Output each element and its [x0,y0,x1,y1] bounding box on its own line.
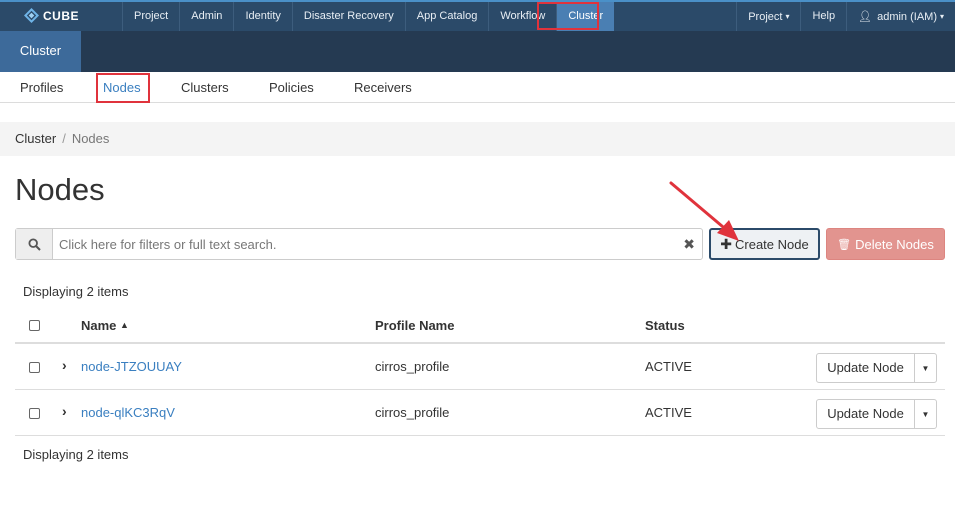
delete-nodes-label: Delete Nodes [855,236,934,252]
annotation-arrow-icon [669,181,739,241]
create-node-label: Create Node [735,236,809,252]
row-checkbox[interactable] [29,408,40,419]
top-right-menu: Project ▾ Help 👤︎ admin (IAM) ▾ [736,2,955,31]
help-link[interactable]: Help [800,2,846,31]
chevron-down-icon: ▾ [785,12,790,21]
name-column-label: Name [81,318,117,333]
item-count-top: Displaying 2 items [23,284,129,299]
nav-policies[interactable]: Policies [269,72,314,103]
name-column-header[interactable]: Name ▲ [81,318,129,333]
dashboard-header: Cluster [0,31,955,72]
chevron-down-icon: ▾ [939,12,944,21]
project-dropdown-label: Project [748,11,783,23]
status-value: ACTIVE [645,405,692,420]
profile-name: cirros_profile [375,359,450,374]
search-icon[interactable] [16,229,53,259]
breadcrumb-cluster[interactable]: Cluster [15,131,56,146]
search-bar: ✖ [15,228,703,260]
brand-name: CUBE [43,8,80,23]
nav-profiles[interactable]: Profiles [20,72,63,103]
user-dropdown-label: admin (IAM) [877,11,937,23]
select-all-checkbox[interactable] [29,320,40,331]
cube-icon [24,8,39,23]
search-input[interactable] [53,229,673,259]
top-navbar: CUBE Project Admin Identity Disaster Rec… [0,0,955,31]
sort-asc-icon: ▲ [120,320,129,330]
table-header: Name ▲ Profile Name Status [15,310,945,344]
breadcrumb: Cluster / Nodes [0,122,955,156]
user-dropdown[interactable]: 👤︎ admin (IAM) ▾ [846,2,955,31]
update-node-button-group: Update Node ▼ [816,353,937,383]
page-title: Nodes [15,172,105,207]
breadcrumb-current: Nodes [71,131,110,146]
table-row: › node-JTZOUUAY cirros_profile ACTIVE Up… [15,344,945,390]
status-value: ACTIVE [645,359,692,374]
top-menu-admin[interactable]: Admin [179,2,233,31]
expand-chevron-icon[interactable]: › [62,357,67,373]
expand-chevron-icon[interactable]: › [62,403,67,419]
node-name-link[interactable]: node-JTZOUUAY [81,359,182,374]
top-menu-identity[interactable]: Identity [233,2,291,31]
highlight-nodes-tab [96,73,150,103]
status-column-header[interactable]: Status [645,318,685,333]
user-icon: 👤︎ [858,11,873,23]
row-checkbox[interactable] [29,362,40,373]
profile-column-header[interactable]: Profile Name [375,318,454,333]
caret-down-icon[interactable]: ▼ [915,400,936,428]
tab-cluster[interactable]: Cluster [0,31,81,72]
item-count-bottom: Displaying 2 items [23,447,129,462]
trash-icon: 🗑︎ [837,238,852,251]
top-menu-app-catalog[interactable]: App Catalog [404,2,489,31]
caret-down-icon[interactable]: ▼ [915,354,936,382]
highlight-cluster-menu [537,2,599,30]
update-node-button[interactable]: Update Node [817,354,915,382]
top-menu-project[interactable]: Project [122,2,179,31]
nav-receivers[interactable]: Receivers [354,72,412,103]
top-menu-disaster-recovery[interactable]: Disaster Recovery [291,2,405,31]
breadcrumb-separator: / [62,131,66,146]
update-node-button-group: Update Node ▼ [816,399,937,429]
delete-nodes-button[interactable]: 🗑︎ Delete Nodes [826,228,945,260]
profile-name: cirros_profile [375,405,450,420]
nav-clusters[interactable]: Clusters [181,72,229,103]
node-name-link[interactable]: node-qlKC3RqV [81,405,175,420]
brand-logo[interactable]: CUBE [24,8,79,23]
table-row: › node-qlKC3RqV cirros_profile ACTIVE Up… [15,390,945,436]
update-node-button[interactable]: Update Node [817,400,915,428]
project-dropdown[interactable]: Project ▾ [736,2,800,31]
